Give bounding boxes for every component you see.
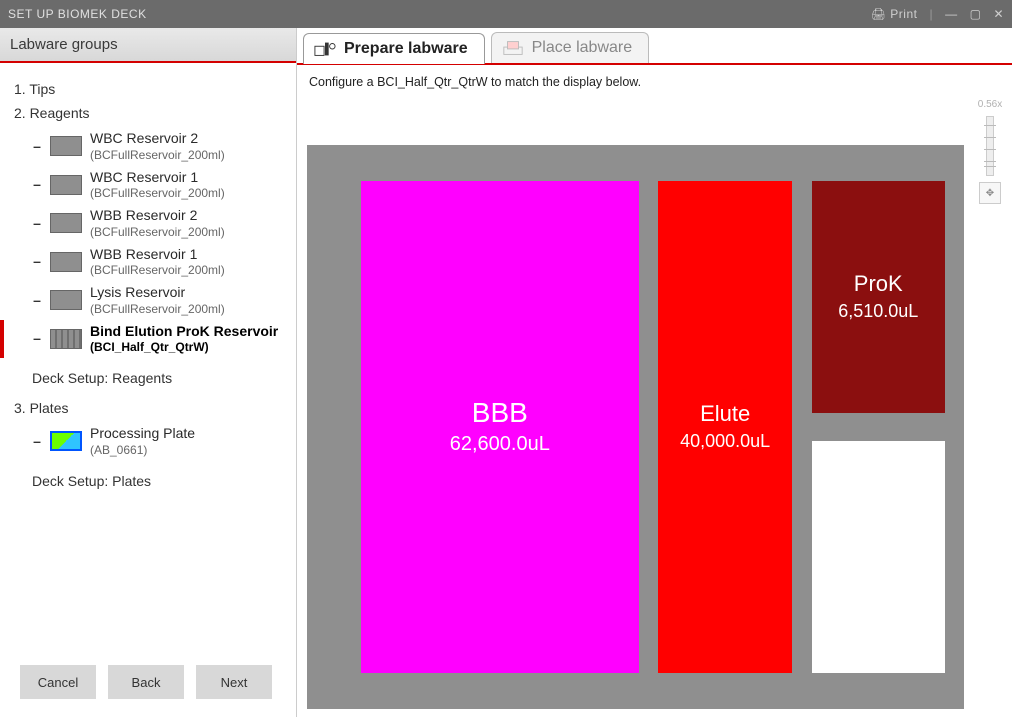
item-sub: (BCFullReservoir_200ml) xyxy=(90,263,225,278)
item-name: WBB Reservoir 1 xyxy=(90,246,225,264)
zoom-fit-button[interactable]: ✥ xyxy=(979,182,1001,204)
main-panel: Prepare labware Place labware Configure … xyxy=(297,28,1012,717)
tab-prepare-labware[interactable]: Prepare labware xyxy=(303,33,485,64)
well-volume: 40,000.0uL xyxy=(680,431,770,452)
window-title: SET UP BIOMEK DECK xyxy=(8,7,147,21)
well-volume: 6,510.0uL xyxy=(838,301,918,322)
zoom-label: 0.56x xyxy=(978,99,1002,110)
sidebar: Labware groups 1. Tips 2. Reagents – WBC… xyxy=(0,28,297,717)
labware-thumb xyxy=(50,175,82,195)
group-tips[interactable]: 1. Tips xyxy=(14,81,290,97)
close-button[interactable]: ✕ xyxy=(993,7,1004,21)
deck-setup-plates[interactable]: Deck Setup: Plates xyxy=(32,473,290,489)
reagent-item-wbb2[interactable]: – WBB Reservoir 2 (BCFullReservoir_200ml… xyxy=(14,204,290,243)
cancel-button[interactable]: Cancel xyxy=(20,665,96,699)
place-icon xyxy=(502,39,524,57)
item-name: WBC Reservoir 2 xyxy=(90,130,225,148)
item-name: Lysis Reservoir xyxy=(90,284,225,302)
item-name: WBC Reservoir 1 xyxy=(90,169,225,187)
print-button[interactable]: 🖨 Print xyxy=(871,7,918,21)
group-reagents[interactable]: 2. Reagents xyxy=(14,105,290,121)
tab-place-labware[interactable]: Place labware xyxy=(491,32,650,63)
well-empty[interactable] xyxy=(812,441,945,673)
labware-thumb xyxy=(50,252,82,272)
collapse-icon[interactable]: – xyxy=(32,215,42,233)
item-sub: (BCFullReservoir_200ml) xyxy=(90,148,225,163)
item-name: Bind Elution ProK Reservoir xyxy=(90,323,278,341)
minimize-button[interactable]: — xyxy=(945,7,958,21)
deck-layout: BBB 62,600.0uL Elute 40,000.0uL ProK 6,5… xyxy=(307,145,964,709)
well-name: BBB xyxy=(472,397,528,429)
group-plates[interactable]: 3. Plates xyxy=(14,400,290,416)
collapse-icon[interactable]: – xyxy=(32,433,42,451)
zoom-control: 0.56x ✥ xyxy=(972,99,1008,204)
reagent-item-bind-elution-prok[interactable]: – Bind Elution ProK Reservoir (BCI_Half_… xyxy=(14,320,290,359)
plate-item-processing[interactable]: – Processing Plate (AB_0661) xyxy=(14,422,290,461)
well-name: ProK xyxy=(854,271,903,297)
next-button[interactable]: Next xyxy=(196,665,272,699)
sidebar-header: Labware groups xyxy=(0,28,296,63)
reagent-item-wbb1[interactable]: – WBB Reservoir 1 (BCFullReservoir_200ml… xyxy=(14,243,290,282)
tab-label: Place labware xyxy=(532,39,633,57)
collapse-icon[interactable]: – xyxy=(32,176,42,194)
labware-thumb xyxy=(50,213,82,233)
item-name: Processing Plate xyxy=(90,425,195,443)
collapse-icon[interactable]: – xyxy=(32,138,42,156)
collapse-icon[interactable]: – xyxy=(32,330,42,348)
divider: | xyxy=(929,7,933,21)
item-sub: (BCFullReservoir_200ml) xyxy=(90,186,225,201)
collapse-icon[interactable]: – xyxy=(32,253,42,271)
item-sub: (BCI_Half_Qtr_QtrW) xyxy=(90,340,278,355)
back-button[interactable]: Back xyxy=(108,665,184,699)
labware-thumb xyxy=(50,290,82,310)
canvas: 0.56x ✥ BBB 62,600.0uL Elute 40,000.0uL xyxy=(297,95,1012,717)
prepare-icon xyxy=(314,40,336,58)
tab-label: Prepare labware xyxy=(344,40,468,58)
well-prok[interactable]: ProK 6,510.0uL xyxy=(812,181,945,413)
titlebar: SET UP BIOMEK DECK 🖨 Print | — ▢ ✕ xyxy=(0,0,1012,28)
well-elute[interactable]: Elute 40,000.0uL xyxy=(658,181,791,673)
item-sub: (BCFullReservoir_200ml) xyxy=(90,225,225,240)
well-bbb[interactable]: BBB 62,600.0uL xyxy=(361,181,639,673)
instruction-text: Configure a BCI_Half_Qtr_QtrW to match t… xyxy=(297,65,1012,95)
labware-thumb xyxy=(50,136,82,156)
collapse-icon[interactable]: – xyxy=(32,292,42,310)
labware-thumb xyxy=(50,329,82,349)
labware-thumb xyxy=(50,431,82,451)
zoom-slider[interactable] xyxy=(986,116,994,176)
deck-setup-reagents[interactable]: Deck Setup: Reagents xyxy=(32,370,290,386)
well-name: Elute xyxy=(700,401,750,427)
reagent-item-wbc1[interactable]: – WBC Reservoir 1 (BCFullReservoir_200ml… xyxy=(14,166,290,205)
maximize-button[interactable]: ▢ xyxy=(970,7,982,21)
item-sub: (BCFullReservoir_200ml) xyxy=(90,302,225,317)
reagent-item-lysis[interactable]: – Lysis Reservoir (BCFullReservoir_200ml… xyxy=(14,281,290,320)
item-name: WBB Reservoir 2 xyxy=(90,207,225,225)
item-sub: (AB_0661) xyxy=(90,443,195,458)
reagent-item-wbc2[interactable]: – WBC Reservoir 2 (BCFullReservoir_200ml… xyxy=(14,127,290,166)
well-volume: 62,600.0uL xyxy=(450,433,550,456)
tabs: Prepare labware Place labware xyxy=(297,28,1012,65)
